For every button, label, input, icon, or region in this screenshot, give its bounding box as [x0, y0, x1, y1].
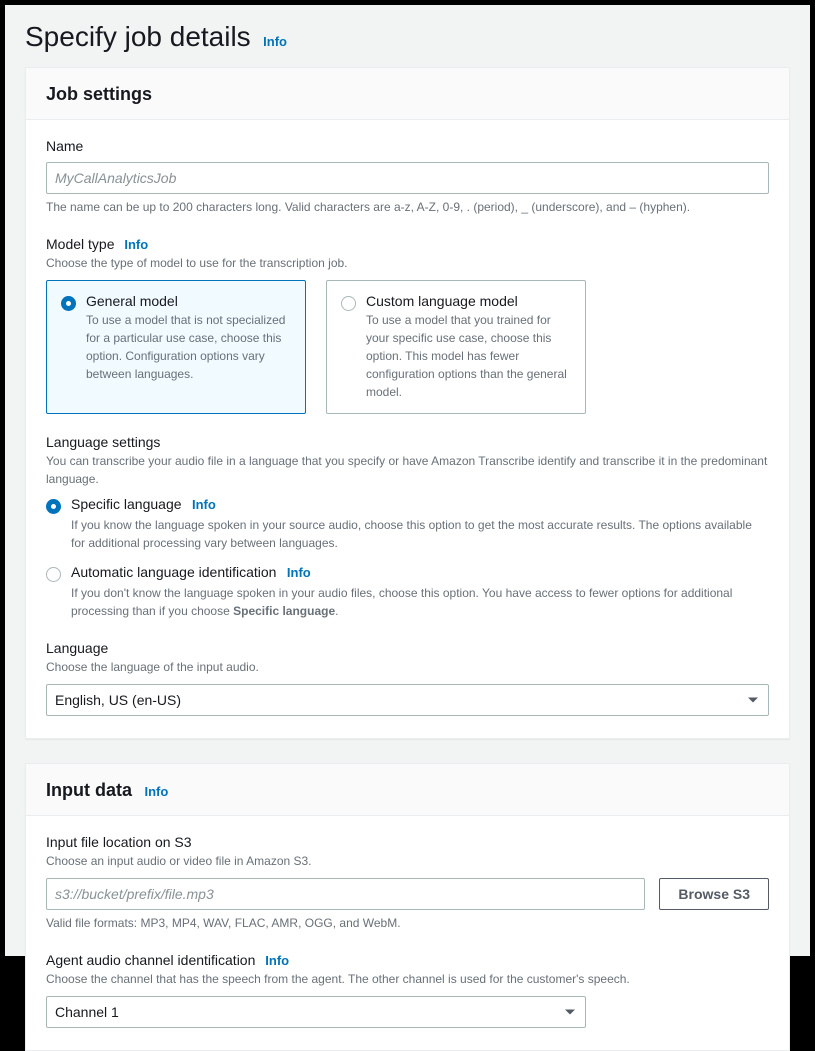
- s3-hint: Choose an input audio or video file in A…: [46, 852, 769, 870]
- model-type-hint: Choose the type of model to use for the …: [46, 254, 769, 272]
- chevron-down-icon: [565, 1010, 575, 1015]
- specific-language-title: Specific language: [71, 496, 182, 512]
- radio-icon: [341, 296, 356, 311]
- auto-language-desc: If you don't know the language spoken in…: [71, 584, 769, 620]
- s3-input[interactable]: [46, 878, 645, 910]
- browse-s3-button[interactable]: Browse S3: [659, 878, 769, 910]
- job-settings-panel: Job settings Name The name can be up to …: [25, 67, 790, 739]
- model-type-info-link[interactable]: Info: [124, 237, 148, 252]
- model-type-custom-tile[interactable]: Custom language model To use a model tha…: [326, 280, 586, 414]
- auto-language-radio[interactable]: Automatic language identification Info I…: [46, 564, 769, 620]
- language-select-value: English, US (en-US): [55, 692, 181, 708]
- custom-model-desc: To use a model that you trained for your…: [366, 311, 571, 401]
- name-hint: The name can be up to 200 characters lon…: [46, 198, 769, 216]
- general-model-desc: To use a model that is not specialized f…: [86, 311, 291, 383]
- specific-language-radio[interactable]: Specific language Info If you know the l…: [46, 496, 769, 552]
- radio-icon: [46, 499, 61, 514]
- specific-language-desc: If you know the language spoken in your …: [71, 516, 769, 552]
- language-settings-hint: You can transcribe your audio file in a …: [46, 452, 769, 488]
- input-data-title: Input data: [46, 780, 132, 800]
- agent-channel-select[interactable]: Channel 1: [46, 996, 586, 1028]
- page-info-link[interactable]: Info: [263, 34, 287, 49]
- agent-channel-label: Agent audio channel identification: [46, 952, 255, 968]
- auto-language-info-link[interactable]: Info: [287, 565, 311, 580]
- model-type-general-tile[interactable]: General model To use a model that is not…: [46, 280, 306, 414]
- specific-language-info-link[interactable]: Info: [192, 497, 216, 512]
- language-settings-label: Language settings: [46, 434, 769, 450]
- custom-model-title: Custom language model: [366, 293, 571, 309]
- input-data-info-link[interactable]: Info: [144, 784, 168, 799]
- agent-channel-select-value: Channel 1: [55, 1004, 119, 1020]
- language-hint: Choose the language of the input audio.: [46, 658, 769, 676]
- language-label: Language: [46, 640, 769, 656]
- chevron-down-icon: [748, 698, 758, 703]
- page-title: Specify job details: [25, 21, 251, 52]
- job-settings-title: Job settings: [46, 84, 152, 104]
- input-data-panel: Input data Info Input file location on S…: [25, 763, 790, 1051]
- agent-channel-hint: Choose the channel that has the speech f…: [46, 970, 769, 988]
- radio-icon: [61, 296, 76, 311]
- language-select[interactable]: English, US (en-US): [46, 684, 769, 716]
- s3-label: Input file location on S3: [46, 834, 769, 850]
- s3-formats-hint: Valid file formats: MP3, MP4, WAV, FLAC,…: [46, 914, 769, 932]
- radio-icon: [46, 567, 61, 582]
- auto-language-title: Automatic language identification: [71, 564, 276, 580]
- general-model-title: General model: [86, 293, 291, 309]
- name-label: Name: [46, 138, 769, 154]
- name-input[interactable]: [46, 162, 769, 194]
- model-type-label: Model type: [46, 236, 114, 252]
